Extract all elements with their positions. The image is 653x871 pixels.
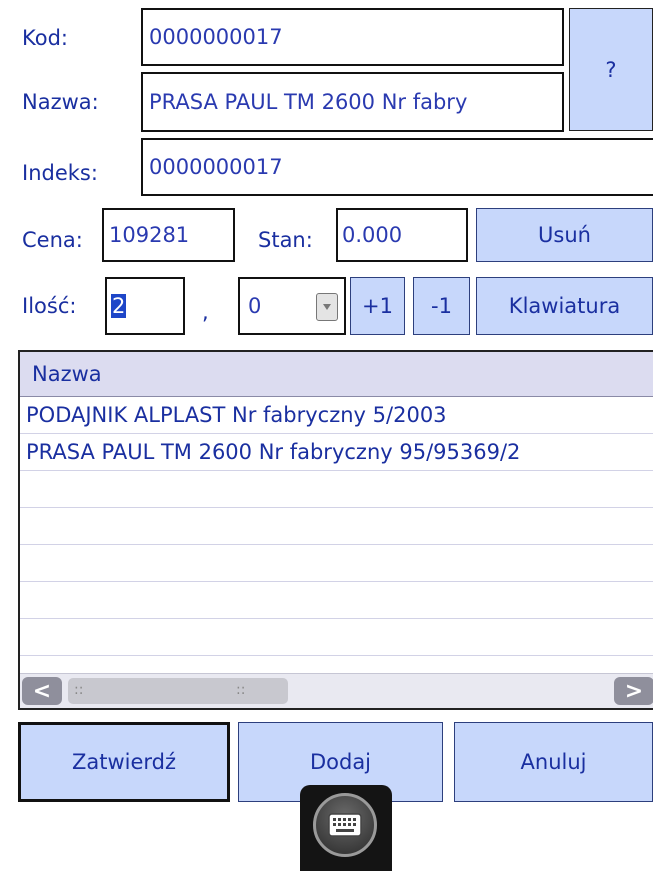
items-list[interactable]: Nazwa PODAJNIK ALPLAST Nr fabryczny 5/20… [18,350,653,710]
list-item[interactable] [20,619,653,656]
usun-button[interactable]: Usuń [476,208,653,262]
list-item[interactable] [20,471,653,508]
scrollbar-grip-left: :: [74,682,84,698]
list-item[interactable] [20,545,653,582]
scrollbar-thumb[interactable]: :: :: [68,678,288,704]
cena-label: Cena: [22,228,83,252]
scrollbar-grip-right: :: [236,682,246,698]
zatwierdz-button[interactable]: Zatwierdź [18,722,230,802]
scroll-right-button[interactable]: > [614,677,653,705]
stan-label: Stan: [258,228,313,252]
minus-one-button[interactable]: -1 [413,277,470,335]
anuluj-button[interactable]: Anuluj [454,722,653,802]
keyboard-toggle[interactable] [300,785,392,871]
indeks-field[interactable]: 0000000017 [141,138,653,196]
ilosc-decimal-select[interactable]: 0 [238,277,346,335]
ilosc-decimal-value: 0 [248,294,262,318]
horizontal-scrollbar[interactable]: < :: :: > [20,673,653,708]
ilosc-label: Ilość: [22,294,77,318]
stan-field[interactable]: 0.000 [336,208,468,262]
list-item[interactable] [20,582,653,619]
list-item[interactable] [20,508,653,545]
ilosc-selected-text: 2 [111,294,127,318]
list-item[interactable]: PRASA PAUL TM 2600 Nr fabryczny 95/95369… [20,434,653,471]
keyboard-icon[interactable] [313,793,377,857]
decimal-separator: , [202,300,209,324]
cena-field[interactable]: 109281 [102,208,235,262]
nazwa-label: Nazwa: [22,90,99,114]
list-item[interactable]: PODAJNIK ALPLAST Nr fabryczny 5/2003 [20,397,653,434]
nazwa-field[interactable]: PRASA PAUL TM 2600 Nr fabry [141,72,564,132]
klawiatura-button[interactable]: Klawiatura [476,277,653,335]
list-header-nazwa[interactable]: Nazwa [20,352,653,397]
ilosc-field[interactable]: 2 [105,277,185,335]
dropdown-arrow-icon[interactable] [316,293,338,321]
kod-field[interactable]: 0000000017 [141,8,564,66]
help-button[interactable]: ? [569,8,653,131]
scroll-left-button[interactable]: < [22,677,62,705]
kod-label: Kod: [22,26,68,50]
indeks-label: Indeks: [22,161,98,185]
plus-one-button[interactable]: +1 [350,277,405,335]
